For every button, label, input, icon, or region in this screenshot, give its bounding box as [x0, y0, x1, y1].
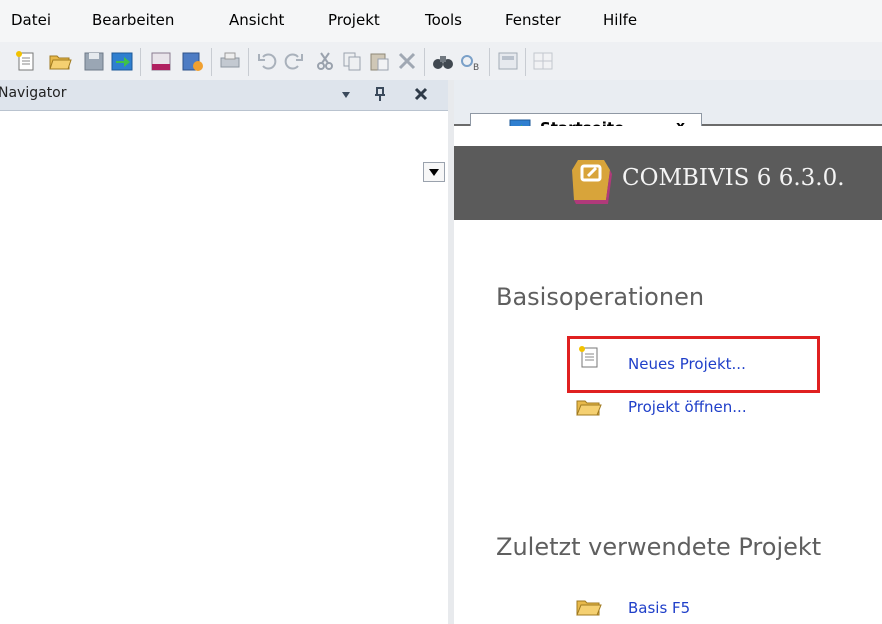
menu-projekt[interactable]: Projekt [328, 11, 380, 29]
chevron-down-icon [429, 169, 439, 176]
grid-icon[interactable] [531, 50, 555, 72]
chevron-down-icon[interactable] [340, 89, 352, 101]
combivis-logo-icon [572, 160, 612, 204]
open-folder-icon[interactable] [48, 50, 72, 72]
paste-icon[interactable] [367, 50, 391, 72]
svg-text:B: B [473, 63, 479, 72]
menu-ansicht[interactable]: Ansicht [229, 11, 284, 29]
toolbar-separator [489, 48, 490, 76]
new-project-icon[interactable] [14, 50, 38, 72]
close-icon[interactable] [414, 87, 428, 101]
menu-bearbeiten[interactable]: Bearbeiten [92, 11, 174, 29]
toolbar-separator [424, 48, 425, 76]
open-project-link[interactable]: Projekt öffnen... [628, 398, 747, 416]
new-project-link[interactable]: Neues Projekt... [628, 355, 746, 373]
undo-icon[interactable] [255, 50, 279, 72]
toolbar-separator [211, 48, 212, 76]
redo-icon[interactable] [282, 50, 306, 72]
navigator-panel: Navigator [0, 80, 448, 624]
menu-hilfe[interactable]: Hilfe [603, 11, 637, 29]
toolbar-separator [140, 48, 141, 76]
replace-icon[interactable]: B [459, 50, 483, 72]
banner-title: COMBIVIS 6 6.3.0. [622, 165, 845, 191]
menu-tools[interactable]: Tools [425, 11, 462, 29]
delete-icon[interactable] [395, 50, 419, 72]
import-icon[interactable] [110, 50, 134, 72]
save-icon[interactable] [82, 50, 106, 72]
recent-project-link[interactable]: Basis F5 [628, 599, 690, 617]
navigator-title: Navigator [0, 85, 67, 101]
navigator-dropdown-button[interactable] [423, 162, 445, 182]
database-icon[interactable] [180, 50, 204, 72]
open-folder-icon[interactable] [575, 396, 603, 418]
pin-icon[interactable] [373, 86, 387, 102]
menu-datei[interactable]: Datei [11, 11, 51, 29]
basis-heading: Basisoperationen [496, 283, 705, 311]
layout-icon[interactable] [496, 50, 520, 72]
recent-projects-heading: Zuletzt verwendete Projekt [496, 533, 822, 561]
navigator-header: Navigator [0, 80, 448, 111]
find-icon[interactable] [431, 50, 455, 72]
keb-icon[interactable] [149, 50, 173, 72]
print-icon[interactable] [218, 50, 242, 72]
copy-icon[interactable] [340, 50, 364, 72]
toolbar-separator [248, 48, 249, 76]
open-folder-icon[interactable] [575, 596, 603, 618]
cut-icon[interactable] [313, 50, 337, 72]
new-project-icon[interactable] [578, 345, 600, 369]
toolbar-separator [525, 48, 526, 76]
menubar: Datei Bearbeiten Ansicht Projekt Tools F… [0, 0, 882, 42]
menu-fenster[interactable]: Fenster [505, 11, 561, 29]
